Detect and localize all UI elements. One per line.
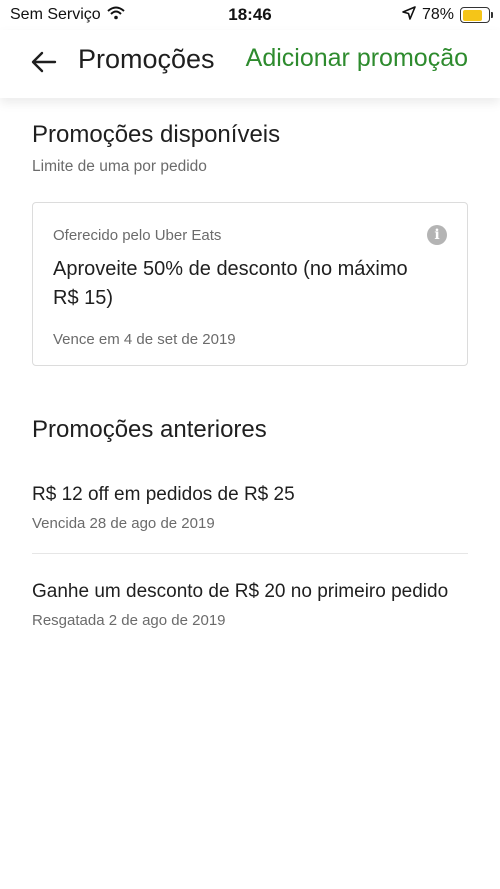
available-section-subtitle: Limite de uma por pedido xyxy=(32,158,207,175)
past-promo-status: Resgatada 2 de ago de 2019 xyxy=(32,612,226,629)
promo-title: Aproveite 50% de desconto (no máximo R$ … xyxy=(53,258,408,309)
add-promotion-button[interactable]: Adicionar promoção xyxy=(246,44,468,73)
past-promo-title: R$ 12 off em pedidos de R$ 25 xyxy=(32,484,295,505)
past-promo-status: Vencida 28 de ago de 2019 xyxy=(32,515,215,532)
promo-card[interactable]: Oferecido pelo Uber Eats i Aproveite 50%… xyxy=(32,202,468,366)
available-section-title: Promoções disponíveis xyxy=(32,121,281,148)
page-title: Promoções xyxy=(78,44,215,74)
divider xyxy=(32,553,468,554)
arrow-left-icon xyxy=(31,51,57,78)
header: Promoções Adicionar promoção xyxy=(0,30,500,98)
promo-offered-by: Oferecido pelo Uber Eats xyxy=(53,227,222,244)
past-promo-title: Ganhe um desconto de R$ 20 no primeiro p… xyxy=(32,581,449,602)
status-right: 78% xyxy=(402,5,493,25)
list-item[interactable]: R$ 12 off em pedidos de R$ 25 Vencida 28… xyxy=(32,484,468,532)
battery-percent: 78% xyxy=(421,6,454,23)
carrier-label: Sem Serviço xyxy=(10,6,101,23)
battery-icon xyxy=(460,7,493,23)
back-button[interactable] xyxy=(28,48,60,80)
past-section-title: Promoções anteriores xyxy=(32,416,267,443)
wifi-icon xyxy=(107,6,125,25)
promo-expiry: Vence em 4 de set de 2019 xyxy=(53,331,236,348)
status-left: Sem Serviço xyxy=(10,6,125,25)
location-arrow-icon xyxy=(402,5,416,25)
info-icon[interactable]: i xyxy=(427,225,447,245)
battery-level xyxy=(462,9,482,21)
list-item[interactable]: Ganhe um desconto de R$ 20 no primeiro p… xyxy=(32,581,468,629)
status-bar: Sem Serviço 18:46 78% xyxy=(0,0,500,30)
